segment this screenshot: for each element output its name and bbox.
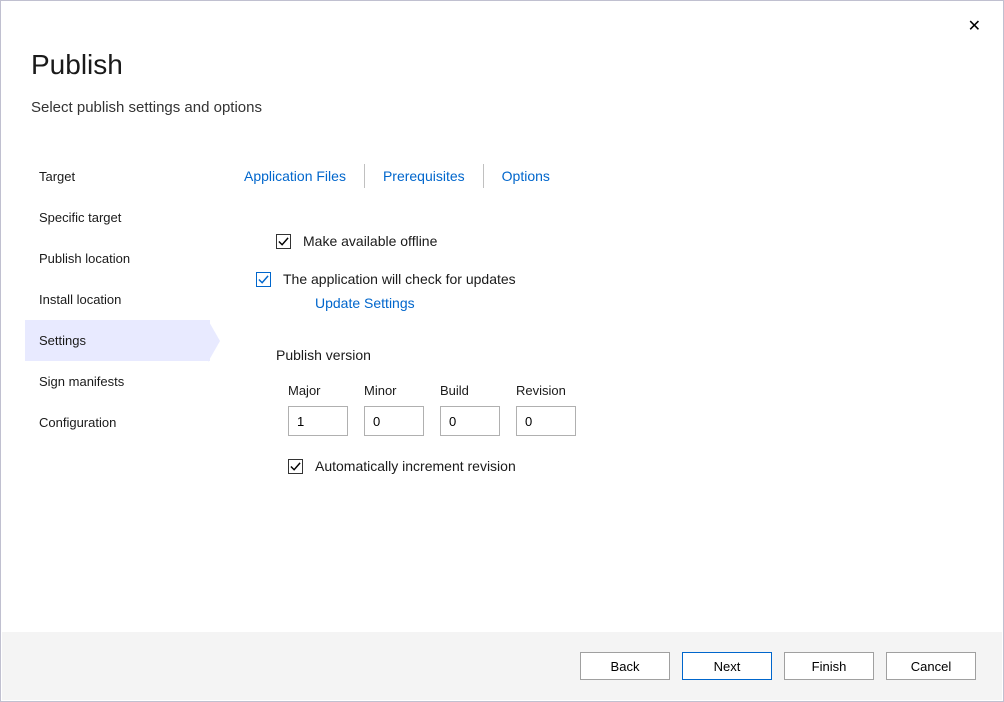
back-button[interactable]: Back	[580, 652, 670, 680]
tab-prerequisites[interactable]: Prerequisites	[365, 168, 483, 184]
sidebar-item-label: Configuration	[39, 415, 116, 430]
wizard-footer: Back Next Finish Cancel	[2, 632, 1002, 700]
major-label: Major	[288, 383, 348, 398]
check-updates-checkbox[interactable]	[256, 272, 271, 287]
sidebar-item-target[interactable]: Target	[25, 156, 210, 197]
cancel-button[interactable]: Cancel	[886, 652, 976, 680]
sidebar-item-sign-manifests[interactable]: Sign manifests	[25, 361, 210, 402]
sidebar-item-install-location[interactable]: Install location	[25, 279, 210, 320]
build-label: Build	[440, 383, 500, 398]
wizard-sidebar: Target Specific target Publish location …	[25, 156, 210, 496]
check-updates-label: The application will check for updates	[283, 271, 516, 287]
sidebar-item-configuration[interactable]: Configuration	[25, 402, 210, 443]
sidebar-item-label: Target	[39, 169, 75, 184]
page-title: Publish	[31, 49, 973, 81]
revision-label: Revision	[516, 383, 576, 398]
offline-row: Make available offline	[276, 233, 1003, 249]
check-updates-row: The application will check for updates	[256, 271, 1003, 287]
offline-checkbox[interactable]	[276, 234, 291, 249]
revision-field[interactable]	[516, 406, 576, 436]
sidebar-item-settings[interactable]: Settings	[25, 320, 210, 361]
next-button[interactable]: Next	[682, 652, 772, 680]
tab-links: Application Files Prerequisites Options	[244, 164, 1003, 188]
sidebar-item-label: Specific target	[39, 210, 121, 225]
tab-application-files[interactable]: Application Files	[244, 168, 364, 184]
wizard-header: Publish Select publish settings and opti…	[1, 1, 1003, 116]
finish-button[interactable]: Finish	[784, 652, 874, 680]
tab-options[interactable]: Options	[484, 168, 568, 184]
update-settings-link[interactable]: Update Settings	[315, 295, 415, 311]
publish-version-label: Publish version	[276, 347, 1003, 363]
settings-panel: Application Files Prerequisites Options …	[210, 156, 1003, 496]
auto-increment-label: Automatically increment revision	[315, 458, 516, 474]
auto-increment-checkbox[interactable]	[288, 459, 303, 474]
sidebar-item-label: Install location	[39, 292, 121, 307]
sidebar-item-publish-location[interactable]: Publish location	[25, 238, 210, 279]
minor-field[interactable]	[364, 406, 424, 436]
close-icon[interactable]: ✕	[968, 19, 981, 35]
sidebar-item-label: Sign manifests	[39, 374, 124, 389]
offline-label: Make available offline	[303, 233, 437, 249]
sidebar-item-label: Publish location	[39, 251, 130, 266]
build-field[interactable]	[440, 406, 500, 436]
sidebar-item-specific-target[interactable]: Specific target	[25, 197, 210, 238]
page-subtitle: Select publish settings and options	[31, 99, 973, 116]
auto-increment-row: Automatically increment revision	[288, 458, 1003, 474]
sidebar-item-label: Settings	[39, 333, 86, 348]
version-fields: Major Minor Build Revision	[288, 383, 1003, 436]
minor-label: Minor	[364, 383, 424, 398]
major-field[interactable]	[288, 406, 348, 436]
